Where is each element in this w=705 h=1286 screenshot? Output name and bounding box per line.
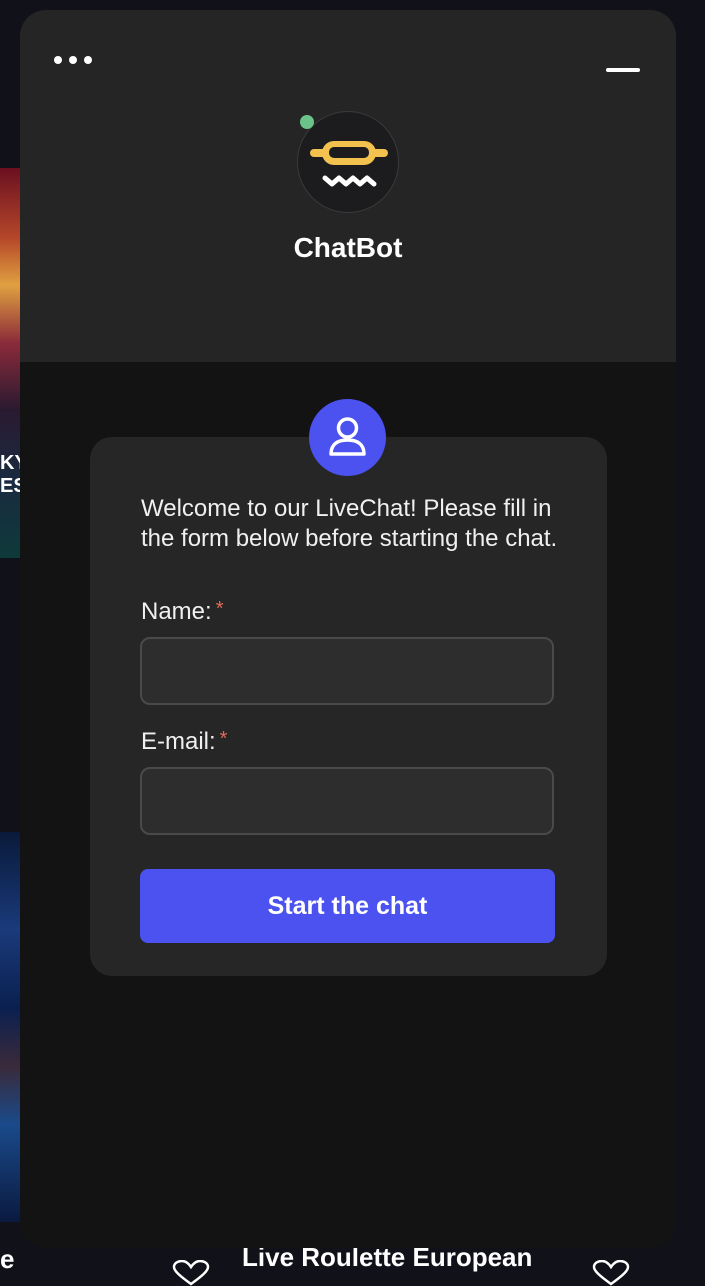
online-status-dot [300, 115, 314, 129]
favorite-heart-icon[interactable] [592, 1260, 630, 1286]
chat-header: ChatBot [20, 10, 676, 362]
minimize-button[interactable] [606, 60, 640, 80]
bot-logo-icon [310, 141, 388, 187]
more-horizontal-icon[interactable] [54, 54, 94, 68]
game-title-partial: e [0, 1244, 15, 1274]
required-asterisk: * [215, 598, 224, 620]
bot-name: ChatBot [293, 232, 403, 263]
start-chat-button[interactable]: Start the chat [140, 869, 555, 943]
user-icon [329, 417, 366, 456]
welcome-message: Welcome to our LiveChat! Please fill in … [141, 495, 558, 552]
email-label-text: E-mail: [141, 728, 216, 755]
user-avatar-badge [309, 399, 386, 476]
email-field[interactable] [140, 767, 554, 835]
name-field[interactable] [140, 637, 554, 705]
chat-widget: ChatBot Welcome to our LiveChat! Please … [20, 10, 676, 1248]
name-label-text: Name: [141, 598, 212, 625]
minimize-icon [606, 68, 640, 72]
required-asterisk: * [219, 728, 228, 750]
email-label: E-mail: * [141, 728, 227, 756]
name-label: Name: * [141, 598, 223, 626]
favorite-heart-icon[interactable] [172, 1260, 210, 1286]
